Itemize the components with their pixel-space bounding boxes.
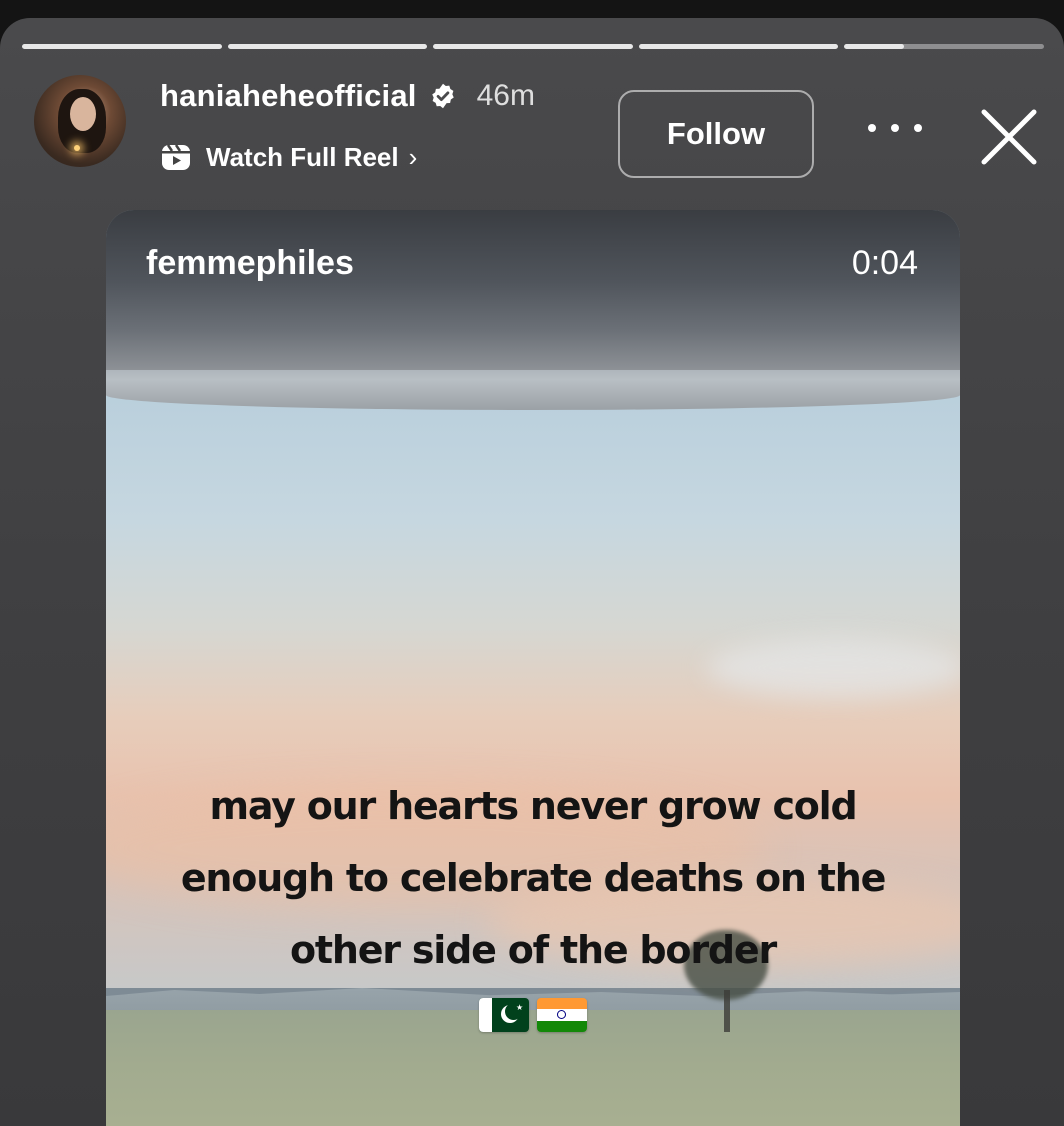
avatar[interactable] [34, 75, 126, 167]
caption-line: may our hearts never grow cold [209, 784, 858, 828]
reel-preview[interactable]: femmephiles 0:04 may our hearts never gr… [106, 210, 960, 1126]
reels-icon [162, 144, 190, 170]
follow-button[interactable]: Follow [618, 90, 814, 178]
story-viewer: haniaheheofficial 46m Watch Full Reel › … [0, 18, 1064, 1126]
more-options-icon[interactable] [868, 118, 922, 138]
caption-line: other side of the border [290, 928, 777, 972]
progress-segment [433, 44, 633, 49]
watch-full-reel-label: Watch Full Reel [206, 141, 399, 172]
verified-badge-icon [431, 83, 454, 109]
close-icon[interactable] [978, 106, 1040, 168]
india-flag-icon [537, 998, 587, 1032]
username[interactable]: haniaheheofficial [160, 78, 417, 114]
caption-line: enough to celebrate deaths on the [180, 856, 886, 900]
story-header: haniaheheofficial 46m Watch Full Reel › … [0, 68, 1064, 178]
post-time: 46m [476, 79, 535, 112]
progress-segment [638, 44, 839, 49]
reel-caption: may our hearts never grow cold enough to… [146, 770, 920, 986]
progress-segment-active [844, 44, 1044, 49]
reel-duration: 0:04 [851, 244, 918, 282]
progress-segment [22, 44, 222, 49]
chevron-right-icon: › [408, 141, 418, 172]
progress-segment [227, 44, 428, 49]
pakistan-flag-icon: ★ [479, 998, 529, 1032]
reel-source-account[interactable]: femmephiles [146, 244, 354, 283]
story-progress-bar [22, 44, 1044, 49]
reel-top-bar: femmephiles 0:04 [106, 210, 960, 330]
watch-full-reel-link[interactable]: Watch Full Reel › [160, 138, 417, 176]
flag-emojis: ★ [106, 998, 960, 1032]
username-row: haniaheheofficial 46m [160, 74, 535, 118]
